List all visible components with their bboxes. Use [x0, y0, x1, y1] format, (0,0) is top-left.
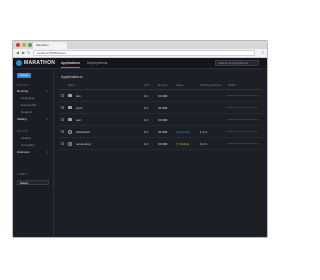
- row-cpu: 0.1: [144, 130, 149, 134]
- sidebar-item-label: Waiting: [17, 117, 27, 121]
- reload-icon[interactable]: ↻: [27, 50, 30, 56]
- row-memory: 32 MiB: [158, 130, 168, 134]
- back-arrow-icon[interactable]: ◀: [16, 50, 19, 56]
- status-heading: STATUS: [17, 84, 29, 87]
- sidebar-item-unhealthy[interactable]: Unhealthy: [21, 143, 55, 147]
- health-bar: [228, 131, 258, 132]
- sidebar: Create STATUS Running 2 Deploying Suspen…: [13, 69, 54, 237]
- health-bar: [228, 119, 258, 120]
- row-memory: 32 MiB: [158, 118, 168, 122]
- main-content: Applications Name CPU Memory Status Runn…: [54, 69, 267, 237]
- top-navigation: MARATHON Applications Deployments Search…: [13, 58, 267, 69]
- search-input[interactable]: Search all applications: [215, 60, 259, 66]
- labels-heading: LABELS: [17, 173, 29, 176]
- status-label: Waiting: [179, 142, 190, 146]
- sidebar-item-suspended[interactable]: Suspended: [21, 103, 55, 107]
- row-name[interactable]: serveonlog: [76, 142, 91, 146]
- sidebar-item-count: 1: [46, 117, 48, 121]
- marathon-app: MARATHON Applications Deployments Search…: [13, 58, 267, 237]
- logo[interactable]: MARATHON: [16, 60, 55, 66]
- folder-icon: [68, 94, 72, 97]
- row-memory: 32 MiB: [158, 142, 168, 146]
- row-name[interactable]: helloworld: [76, 130, 90, 134]
- browser-tab-bar: Marathon: [13, 41, 267, 49]
- row-memory: 32 MiB: [158, 94, 168, 98]
- tab-applications[interactable]: Applications: [61, 61, 80, 68]
- browser-window: Marathon ◀ ▶ ↻ localhost:8080/#/apps ≡ M…: [12, 40, 268, 238]
- sidebar-item-delayed[interactable]: Delayed: [21, 110, 55, 114]
- row-name[interactable]: test: [76, 118, 81, 122]
- logo-text: MARATHON: [24, 60, 56, 66]
- table-row[interactable]: serveonlog 0.1 32 MiB ◷ Waiting 0 of 1: [60, 138, 263, 150]
- column-health[interactable]: Health: [228, 84, 236, 87]
- row-checkbox[interactable]: [61, 106, 64, 109]
- close-window-icon[interactable]: [16, 43, 20, 47]
- health-bar: [228, 95, 258, 96]
- sidebar-item-unknown[interactable]: Unknown 3: [17, 150, 51, 154]
- row-name[interactable]: prod: [76, 106, 82, 110]
- window-controls: [16, 43, 32, 47]
- status-badge: ◷ Waiting: [176, 142, 190, 146]
- column-memory[interactable]: Memory: [158, 84, 167, 87]
- column-name[interactable]: Name: [68, 84, 75, 87]
- folder-icon: [68, 106, 72, 109]
- labels-select[interactable]: Select: [17, 180, 49, 185]
- sidebar-item-deploying[interactable]: Deploying: [21, 96, 55, 100]
- maximize-window-icon[interactable]: [28, 43, 32, 47]
- app-icon: [68, 141, 72, 146]
- row-cpu: 0.1: [144, 142, 149, 146]
- page-title: Applications: [61, 74, 83, 79]
- status-label: Running: [178, 130, 190, 134]
- sidebar-item-running[interactable]: Running 2: [17, 89, 51, 93]
- table-row[interactable]: dev 0.1 32 MiB: [60, 90, 263, 102]
- row-memory: 32 MiB: [158, 106, 168, 110]
- row-checkbox[interactable]: [61, 142, 64, 145]
- create-button[interactable]: Create: [17, 73, 31, 78]
- sidebar-item-count: 3: [46, 150, 48, 154]
- health-bar: [228, 107, 258, 108]
- column-status[interactable]: Status: [176, 84, 183, 87]
- column-running-instances[interactable]: Running Instances: [200, 84, 222, 87]
- table-row[interactable]: test 0.1 32 MiB: [60, 114, 263, 126]
- minimize-window-icon[interactable]: [22, 43, 26, 47]
- menu-icon[interactable]: ≡: [262, 50, 264, 56]
- column-cpu[interactable]: CPU: [144, 84, 149, 87]
- health-heading: HEALTH: [17, 130, 29, 133]
- row-checkbox[interactable]: [61, 130, 64, 133]
- sidebar-item-label: Unknown: [17, 150, 30, 154]
- table-row[interactable]: helloworld 0.1 32 MiB ● Running 1 of 1: [60, 126, 263, 138]
- row-cpu: 0.1: [144, 106, 149, 110]
- sidebar-item-label: Running: [17, 89, 29, 93]
- table-row[interactable]: prod 0.1 32 MiB: [60, 102, 263, 114]
- row-checkbox[interactable]: [61, 118, 64, 121]
- row-checkbox[interactable]: [61, 94, 64, 97]
- app-icon: [68, 129, 72, 134]
- tab-deployments[interactable]: Deployments: [87, 61, 107, 65]
- sidebar-item-waiting[interactable]: Waiting 1: [17, 117, 51, 121]
- row-instances: 1 of 1: [200, 130, 208, 134]
- status-badge: ● Running: [176, 130, 190, 134]
- address-bar-row: ◀ ▶ ↻ localhost:8080/#/apps ≡: [13, 49, 267, 58]
- row-instances: 0 of 1: [200, 142, 208, 146]
- folder-icon: [68, 118, 72, 121]
- health-bar: [228, 143, 258, 144]
- row-cpu: 0.1: [144, 94, 149, 98]
- url-field[interactable]: localhost:8080/#/apps: [33, 50, 255, 56]
- browser-tab[interactable]: Marathon: [33, 42, 67, 49]
- sidebar-item-count: 2: [46, 89, 48, 93]
- logo-icon: [16, 60, 22, 66]
- forward-arrow-icon[interactable]: ▶: [22, 50, 25, 56]
- row-cpu: 0.1: [144, 118, 149, 122]
- sidebar-item-healthy[interactable]: Healthy: [21, 136, 55, 140]
- row-name[interactable]: dev: [76, 94, 81, 98]
- applications-table: Name CPU Memory Status Running Instances…: [60, 83, 263, 150]
- table-header: Name CPU Memory Status Running Instances…: [60, 83, 263, 90]
